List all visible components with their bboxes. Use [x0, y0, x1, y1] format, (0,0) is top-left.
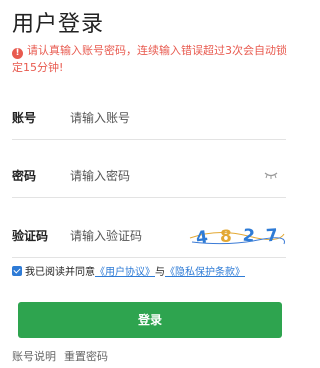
privacy-policy-link[interactable]: 《隐私保护条款》 — [165, 267, 245, 278]
agreement-checkbox[interactable] — [12, 266, 22, 276]
captcha-row: 验证码 请输入验证码 4 8 2 7 — [12, 214, 286, 258]
account-help-link[interactable]: 账号说明 — [12, 350, 56, 363]
captcha-digit: 4 — [195, 227, 210, 248]
footer-links: 账号说明 重置密码 — [12, 348, 116, 364]
password-input[interactable]: 请输入密码 — [70, 167, 130, 184]
captcha-label: 验证码 — [12, 229, 49, 243]
captcha-digit: 8 — [220, 227, 232, 247]
lock-warning: ! 请认真输入账号密码，连续输入错误超过3次会自动锁定15分钟! — [12, 42, 296, 76]
warning-text: 请认真输入账号密码，连续输入错误超过3次会自动锁定15分钟! — [12, 44, 287, 74]
agreement-joiner: 与 — [155, 267, 165, 278]
agreement: 我已阅读并同意《用户协议》与《隐私保护条款》 — [12, 266, 245, 280]
exclamation-icon: ! — [12, 48, 23, 59]
username-label: 账号 — [12, 111, 37, 125]
username-input[interactable]: 请输入账号 — [70, 109, 130, 126]
password-row: 密码 请输入密码 — [12, 154, 286, 198]
captcha-digit: 2 — [242, 226, 256, 247]
captcha-digit: 7 — [265, 226, 278, 247]
login-button[interactable]: 登录 — [18, 302, 282, 338]
username-row: 账号 请输入账号 — [12, 96, 286, 140]
reset-password-link[interactable]: 重置密码 — [64, 350, 108, 363]
password-label: 密码 — [12, 169, 37, 183]
agreement-prefix: 我已阅读并同意 — [25, 267, 95, 278]
captcha-input[interactable]: 请输入验证码 — [70, 227, 142, 244]
page-title: 用户登录 — [12, 12, 105, 37]
captcha-image[interactable]: 4 8 2 7 — [188, 220, 286, 250]
user-agreement-link[interactable]: 《用户协议》 — [95, 267, 155, 278]
eye-closed-icon[interactable] — [264, 170, 278, 180]
